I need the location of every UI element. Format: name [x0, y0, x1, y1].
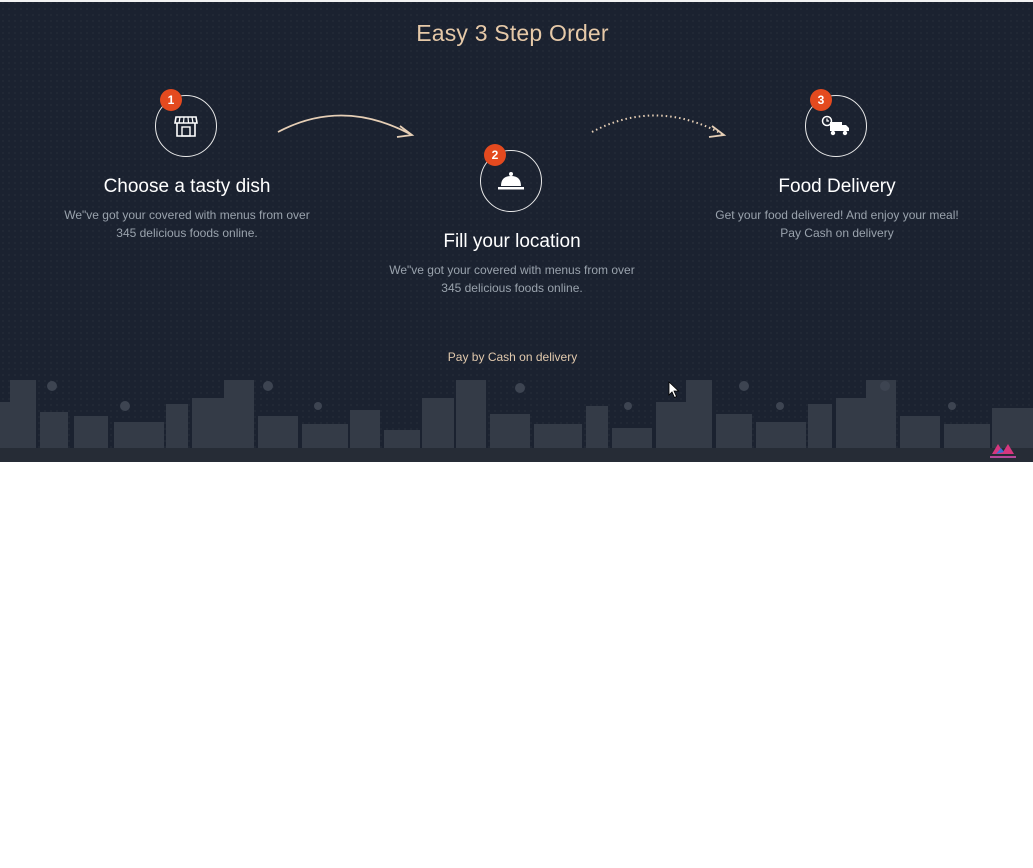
city-skyline-illustration — [0, 380, 1033, 448]
step-3-badge: 3 — [810, 89, 832, 111]
cloche-icon — [498, 172, 524, 190]
step-1-description-line-2: 345 delicious foods online. — [116, 226, 258, 240]
step-1-description-line-1: We"ve got your covered with menus from o… — [64, 208, 310, 222]
blank-area — [0, 462, 1033, 868]
step-2-description-line-1: We"ve got your covered with menus from o… — [389, 263, 635, 277]
step-2-description-line-2: 345 delicious foods online. — [441, 281, 583, 295]
section-title: Easy 3 Step Order — [416, 20, 609, 46]
section-bottom-bar — [0, 448, 1033, 462]
step-3-title: Food Delivery — [778, 176, 896, 197]
step-1-badge: 1 — [160, 89, 182, 111]
watermark-logo — [990, 444, 1016, 458]
step-3-description-line-1: Get your food delivered! And enjoy your … — [715, 208, 959, 222]
pay-by-cash-note: Pay by Cash on delivery — [447, 350, 578, 364]
how-it-works-section: Easy 3 Step Order 1 Choose a tasty dish … — [0, 0, 1033, 462]
step-2-badge: 2 — [484, 144, 506, 166]
top-divider — [0, 0, 1033, 2]
storefront-icon — [174, 116, 198, 137]
step-3-description-line-2: Pay Cash on delivery — [780, 226, 894, 240]
mouse-cursor-icon — [668, 381, 680, 399]
delivery-truck-icon — [821, 115, 849, 136]
step-1-description: We"ve got your covered with menus from o… — [40, 206, 334, 242]
step-1-title: Choose a tasty dish — [103, 176, 271, 197]
step-2-description: We"ve got your covered with menus from o… — [365, 261, 659, 297]
step-arrow-2 — [591, 114, 727, 138]
step-3-description: Get your food delivered! And enjoy your … — [690, 206, 984, 242]
step-2-title: Fill your location — [443, 231, 581, 252]
step-arrow-1 — [277, 114, 415, 138]
